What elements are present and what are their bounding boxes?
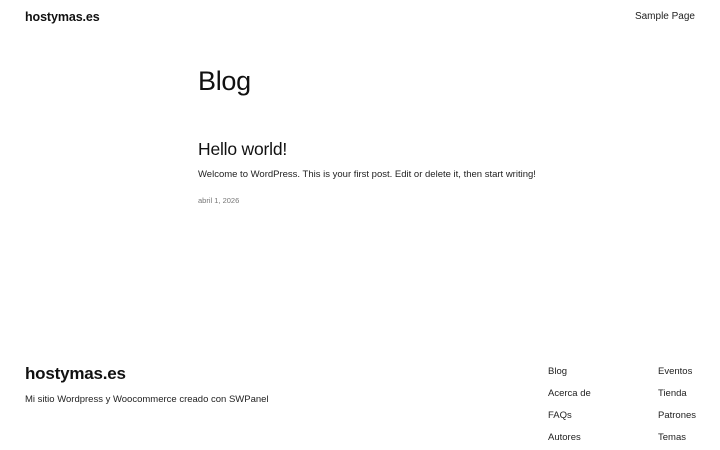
- footer-tagline: Mi sitio Wordpress y Woocommerce creado …: [25, 394, 269, 405]
- footer-link-patrones[interactable]: Patrones: [658, 410, 696, 422]
- footer-link-eventos[interactable]: Eventos: [658, 366, 696, 378]
- header-nav: Sample Page: [635, 11, 695, 22]
- post-excerpt: Welcome to WordPress. This is your first…: [198, 169, 536, 180]
- post-title-link[interactable]: Hello world!: [198, 139, 287, 160]
- site-title-link[interactable]: hostymas.es: [25, 10, 100, 24]
- footer-link-faqs[interactable]: FAQs: [548, 410, 591, 422]
- footer-link-acerca-de[interactable]: Acerca de: [548, 388, 591, 400]
- nav-link-sample-page[interactable]: Sample Page: [635, 11, 695, 22]
- footer-link-autores[interactable]: Autores: [548, 432, 591, 444]
- page-title: Blog: [198, 66, 251, 96]
- post-date-link[interactable]: abril 1, 2026: [198, 196, 239, 205]
- footer-site-title-link[interactable]: hostymas.es: [25, 364, 126, 384]
- footer-link-temas[interactable]: Temas: [658, 432, 696, 444]
- footer-link-tienda[interactable]: Tienda: [658, 388, 696, 400]
- footer-link-blog[interactable]: Blog: [548, 366, 591, 378]
- footer-nav-column-2: Eventos Tienda Patrones Temas: [658, 366, 696, 444]
- footer-nav-column-1: Blog Acerca de FAQs Autores: [548, 366, 591, 444]
